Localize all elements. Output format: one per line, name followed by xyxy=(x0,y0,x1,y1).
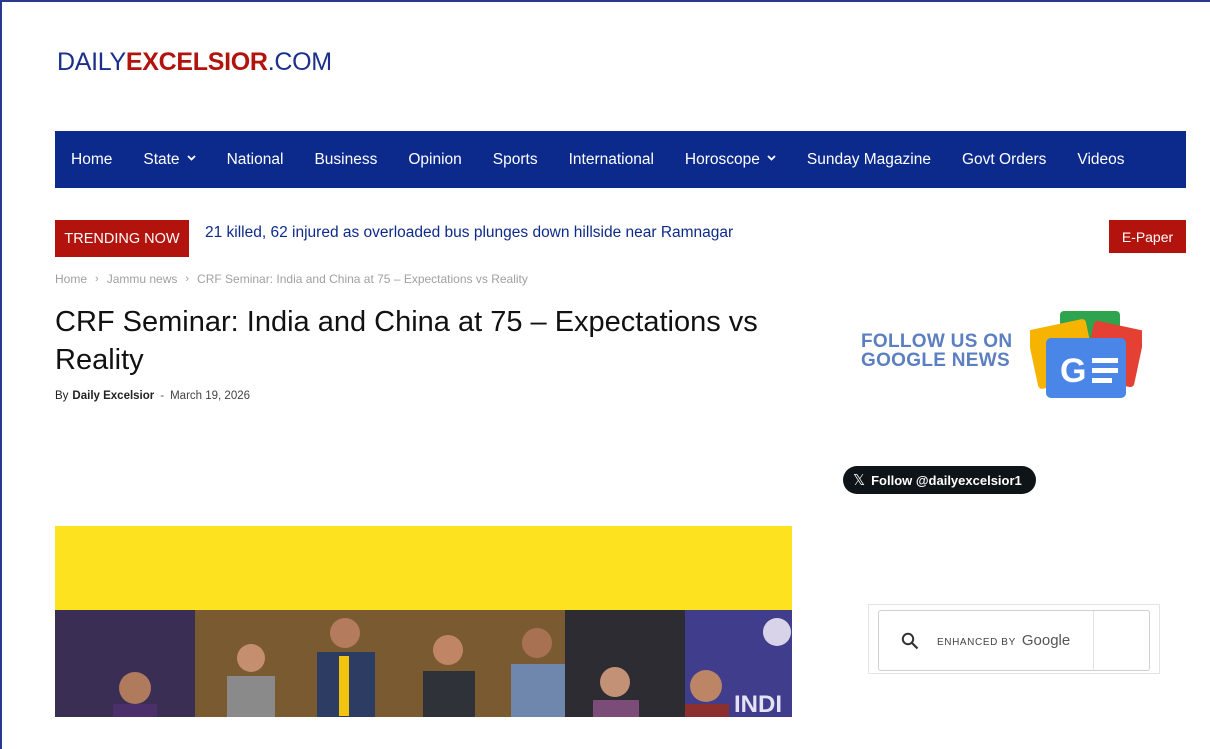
svg-text:G: G xyxy=(1060,352,1086,390)
nav-govt-orders[interactable]: Govt Orders xyxy=(962,151,1046,169)
nav-label: Videos xyxy=(1077,150,1125,168)
gnews-line1: FOLLOW US ON xyxy=(861,331,1013,352)
x-follow-label: Follow @dailyexcelsior1 xyxy=(871,472,1022,488)
nav-label: Home xyxy=(71,150,113,168)
logo-com: .COM xyxy=(267,48,332,76)
nav-state[interactable]: State xyxy=(143,150,196,169)
nav-videos[interactable]: Videos xyxy=(1077,151,1124,169)
chevron-down-icon xyxy=(186,153,196,164)
nav-label: Business xyxy=(314,150,378,168)
enhanced-by-label: ENHANCED BY xyxy=(937,637,1016,648)
search-placeholder: ENHANCED BY Google xyxy=(937,632,1070,649)
nav-international[interactable]: International xyxy=(569,151,654,169)
nav-home[interactable]: Home xyxy=(71,151,112,169)
breadcrumb-jammu-news[interactable]: Jammu news xyxy=(107,272,178,286)
byline-dash: - xyxy=(160,390,165,402)
search-icon[interactable] xyxy=(901,632,919,650)
google-news-text: FOLLOW US ON GOOGLE NEWS xyxy=(861,332,1012,370)
nav-label: National xyxy=(226,150,284,168)
main-nav: Home State National Business Opinion Spo… xyxy=(55,131,1186,188)
search-divider xyxy=(1093,611,1094,670)
gnews-line2: GOOGLE NEWS xyxy=(861,350,1010,371)
search-widget: ENHANCED BY Google xyxy=(868,604,1160,674)
breadcrumb-current[interactable]: CRF Seminar: India and China at 75 – Exp… xyxy=(197,272,528,286)
chevron-down-icon xyxy=(767,153,776,164)
search-input[interactable]: ENHANCED BY Google xyxy=(878,610,1150,671)
author-link[interactable]: Daily Excelsior xyxy=(72,390,154,402)
site-logo[interactable]: DAILYEXCELSIOR.COM xyxy=(57,48,332,77)
nav-opinion[interactable]: Opinion xyxy=(408,151,461,169)
epaper-button[interactable]: E-Paper xyxy=(1109,220,1186,253)
breadcrumb-separator: › xyxy=(185,273,190,285)
nav-sunday-magazine[interactable]: Sunday Magazine xyxy=(807,151,931,169)
trending-badge: TRENDING NOW xyxy=(55,220,189,257)
google-news-follow[interactable]: FOLLOW US ON GOOGLE NEWS G xyxy=(858,308,1148,404)
nav-horoscope[interactable]: Horoscope xyxy=(685,151,776,169)
breadcrumb: Home › Jammu news › CRF Seminar: India a… xyxy=(55,272,528,286)
nav-label: Opinion xyxy=(408,150,462,168)
nav-label: International xyxy=(568,150,654,168)
svg-text:INDI: INDI xyxy=(734,691,782,717)
google-label: Google xyxy=(1021,632,1071,649)
nav-label: Sunday Magazine xyxy=(806,150,931,168)
nav-business[interactable]: Business xyxy=(314,151,377,169)
breadcrumb-home[interactable]: Home xyxy=(55,272,87,286)
nav-national[interactable]: National xyxy=(227,151,284,169)
byline-by: By xyxy=(55,390,69,402)
featured-image: INDI xyxy=(55,526,792,717)
google-news-icon: G xyxy=(1030,311,1142,398)
article-date: March 19, 2026 xyxy=(170,390,251,402)
byline: By Daily Excelsior - March 19, 2026 xyxy=(55,390,250,402)
nav-label: Govt Orders xyxy=(961,150,1047,168)
nav-label: State xyxy=(143,150,180,168)
logo-daily: DAILY xyxy=(57,48,126,76)
x-logo-icon: 𝕏 xyxy=(853,472,866,489)
nav-sports[interactable]: Sports xyxy=(493,151,538,169)
nav-label: Horoscope xyxy=(684,150,760,168)
x-follow-button[interactable]: 𝕏 Follow @dailyexcelsior1 xyxy=(843,466,1036,494)
nav-label: Sports xyxy=(492,150,538,168)
breadcrumb-separator: › xyxy=(95,273,99,285)
logo-excelsior: EXCELSIOR xyxy=(125,48,268,76)
article-title: CRF Seminar: India and China at 75 – Exp… xyxy=(55,306,758,376)
trending-headline-link[interactable]: 21 killed, 62 injured as overloaded bus … xyxy=(205,224,733,242)
